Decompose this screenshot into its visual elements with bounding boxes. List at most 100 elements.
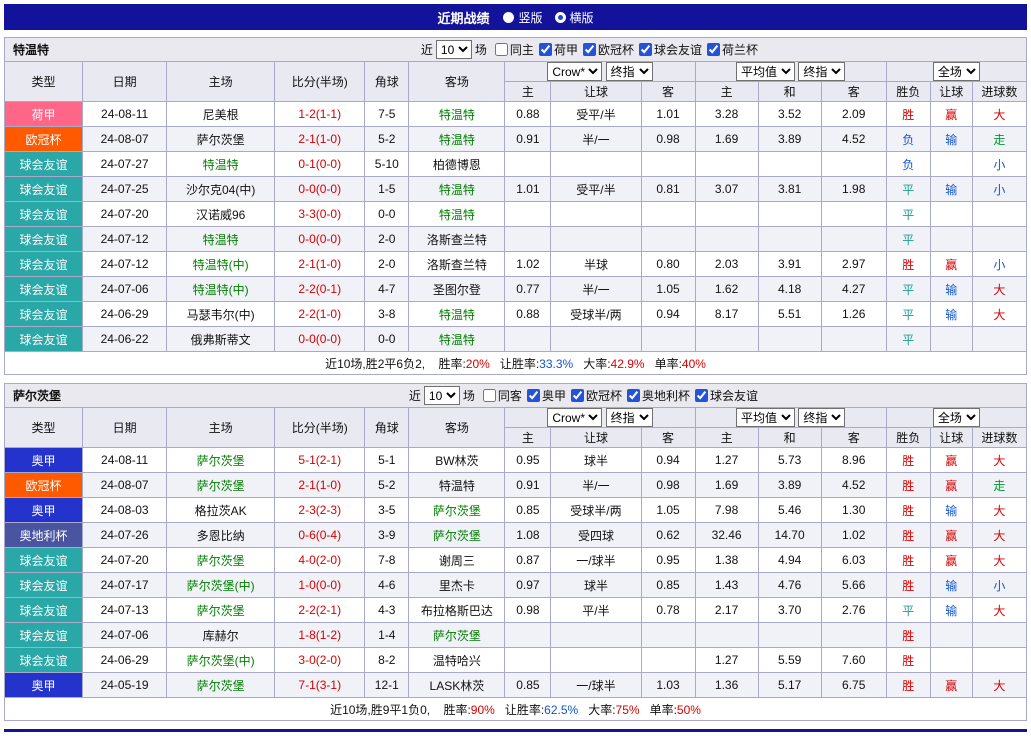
match-date: 24-07-13 <box>83 598 167 623</box>
league-filter[interactable]: 荷兰杯 <box>707 41 758 58</box>
fulltime-select[interactable]: 全场 <box>933 408 980 427</box>
home-team: 萨尔茨堡 <box>167 127 275 152</box>
away-team: 布拉格斯巴达 <box>409 598 505 623</box>
summary-row: 近10场,胜2平6负2, 胜率:20%让胜率:33.3%大率:42.9%单率:4… <box>5 352 1027 375</box>
match-score: 0-6(0-4) <box>275 523 365 548</box>
league-filter-checkbox[interactable] <box>495 43 508 56</box>
match-date: 24-07-26 <box>83 523 167 548</box>
away-team: 特温特 <box>409 202 505 227</box>
league-filter[interactable]: 奥甲 <box>527 387 566 404</box>
summary-stat-label: 大率: <box>583 357 610 371</box>
asia-company-select[interactable]: Crow* <box>547 62 602 81</box>
col-goals: 进球数 <box>972 82 1026 102</box>
home-team: 多恩比纳 <box>167 523 275 548</box>
result-handicap: 输 <box>930 498 972 523</box>
asia-handicap: 球半 <box>551 448 641 473</box>
asia-away-odds: 0.98 <box>641 473 695 498</box>
eu-home-odds: 1.62 <box>695 277 758 302</box>
match-date: 24-06-29 <box>83 302 167 327</box>
eu-draw-odds: 4.94 <box>758 548 821 573</box>
eu-draw-odds: 3.89 <box>758 127 821 152</box>
league-type: 球会友谊 <box>5 177 83 202</box>
eu-home-odds: 1.69 <box>695 127 758 152</box>
asia-time-select[interactable]: 终指 <box>606 62 653 81</box>
league-type: 球会友谊 <box>5 277 83 302</box>
league-filter[interactable]: 奥地利杯 <box>627 387 690 404</box>
match-date: 24-08-07 <box>83 127 167 152</box>
league-filter-checkbox[interactable] <box>539 43 552 56</box>
league-filter[interactable]: 球会友谊 <box>639 41 702 58</box>
asia-time-select[interactable]: 终指 <box>606 408 653 427</box>
layout-radio[interactable]: 横版 <box>555 9 594 26</box>
corner-score: 3-8 <box>365 302 409 327</box>
col-asia-handicap: 让球 <box>551 428 641 448</box>
league-filter-checkbox[interactable] <box>571 389 584 402</box>
result-goals: 小 <box>972 252 1026 277</box>
home-team: 萨尔茨堡 <box>167 448 275 473</box>
asia-away-odds: 0.81 <box>641 177 695 202</box>
summary-cell: 近10场,胜2平6负2, 胜率:20%让胜率:33.3%大率:42.9%单率:4… <box>5 352 1027 375</box>
match-score: 2-3(2-3) <box>275 498 365 523</box>
league-filter-label: 同主 <box>510 41 534 58</box>
eu-away-odds: 2.09 <box>821 102 886 127</box>
layout-radio[interactable]: 竖版 <box>503 9 542 26</box>
league-type: 球会友谊 <box>5 648 83 673</box>
eu-away-odds: 1.30 <box>821 498 886 523</box>
summary-stat-label: 大率: <box>588 703 615 717</box>
league-filter-checkbox[interactable] <box>483 389 496 402</box>
match-date: 24-07-20 <box>83 548 167 573</box>
league-filter-checkbox[interactable] <box>527 389 540 402</box>
league-filter-checkbox[interactable] <box>639 43 652 56</box>
col-home: 主场 <box>167 408 275 448</box>
league-filter-label: 同客 <box>498 387 522 404</box>
match-date: 24-08-11 <box>83 102 167 127</box>
league-filter[interactable]: 欧冠杯 <box>571 387 622 404</box>
league-filter-checkbox[interactable] <box>627 389 640 402</box>
home-team: 特温特(中) <box>167 252 275 277</box>
league-filter[interactable]: 荷甲 <box>539 41 578 58</box>
asia-home-odds: 0.85 <box>505 673 551 698</box>
asia-home-odds <box>505 202 551 227</box>
asia-handicap: 半/一 <box>551 127 641 152</box>
league-filter[interactable]: 欧冠杯 <box>583 41 634 58</box>
eu-time-select[interactable]: 终指 <box>798 62 845 81</box>
eu-time-select[interactable]: 终指 <box>798 408 845 427</box>
eu-home-odds: 3.28 <box>695 102 758 127</box>
asia-home-odds: 1.02 <box>505 252 551 277</box>
eu-home-odds: 8.17 <box>695 302 758 327</box>
games-count-select[interactable]: 10 <box>436 40 472 59</box>
match-row: 奥甲24-08-11萨尔茨堡5-1(2-1)5-1BW林茨0.95球半0.941… <box>5 448 1027 473</box>
match-row: 奥甲24-05-19萨尔茨堡7-1(3-1)12-1LASK林茨0.85一/球半… <box>5 673 1027 698</box>
league-filter-checkbox[interactable] <box>695 389 708 402</box>
result-wdl: 负 <box>886 152 930 177</box>
eu-draw-odds <box>758 623 821 648</box>
league-filter[interactable]: 球会友谊 <box>695 387 758 404</box>
fulltime-select[interactable]: 全场 <box>933 62 980 81</box>
league-filter-checkbox[interactable] <box>583 43 596 56</box>
asia-away-odds <box>641 327 695 352</box>
corner-score: 0-0 <box>365 327 409 352</box>
asia-handicap: 受球半/两 <box>551 302 641 327</box>
away-team: BW林茨 <box>409 448 505 473</box>
page-title: 近期战绩 <box>437 8 489 27</box>
result-wdl: 胜 <box>886 523 930 548</box>
col-handicap-result: 让球 <box>930 82 972 102</box>
league-type: 奥地利杯 <box>5 523 83 548</box>
league-filter-checkbox[interactable] <box>707 43 720 56</box>
corner-score: 7-5 <box>365 102 409 127</box>
league-filter[interactable]: 同客 <box>483 387 522 404</box>
eu-draw-odds <box>758 152 821 177</box>
eu-draw-odds: 14.70 <box>758 523 821 548</box>
eu-company-select[interactable]: 平均值 <box>736 62 795 81</box>
asia-company-select[interactable]: Crow* <box>547 408 602 427</box>
asia-away-odds: 0.98 <box>641 127 695 152</box>
col-away: 客场 <box>409 62 505 102</box>
result-handicap: 赢 <box>930 548 972 573</box>
result-handicap: 赢 <box>930 252 972 277</box>
eu-company-select[interactable]: 平均值 <box>736 408 795 427</box>
league-filter-label: 奥甲 <box>542 387 566 404</box>
games-count-select[interactable]: 10 <box>424 386 460 405</box>
result-handicap: 赢 <box>930 673 972 698</box>
league-filter[interactable]: 同主 <box>495 41 534 58</box>
match-date: 24-07-06 <box>83 623 167 648</box>
